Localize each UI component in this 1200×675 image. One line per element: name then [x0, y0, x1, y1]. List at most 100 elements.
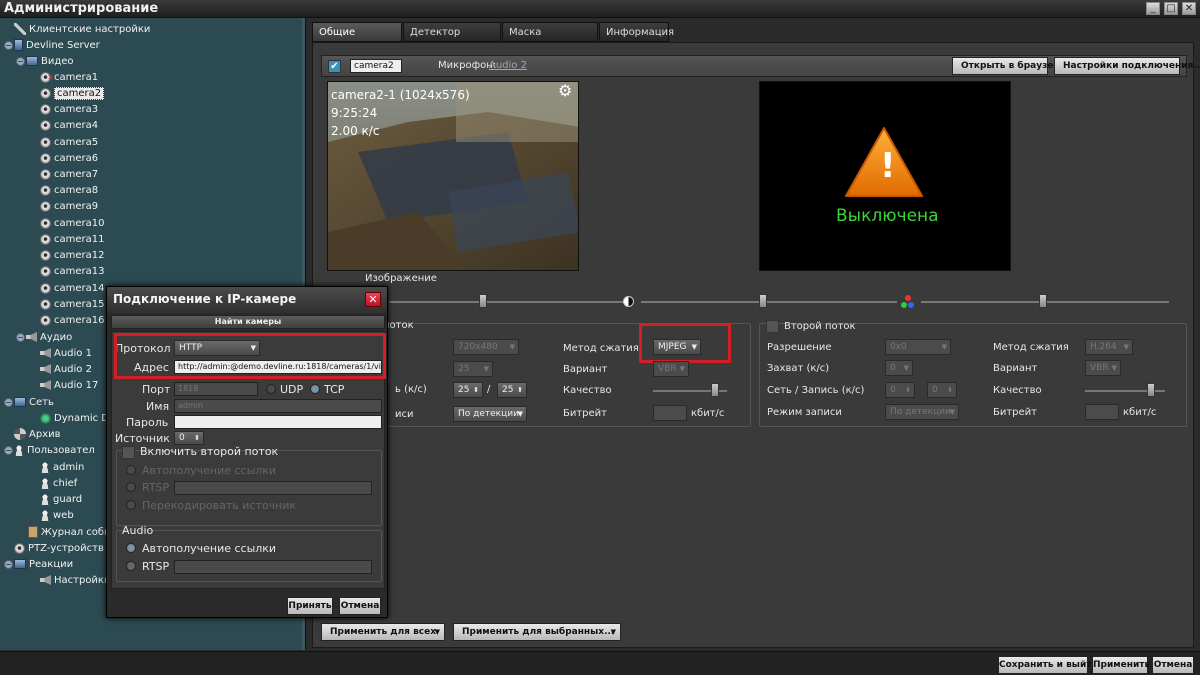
- connection-settings-button[interactable]: Настройки подключения...: [1054, 57, 1200, 75]
- resolution-combo[interactable]: 720x480 ▼: [453, 339, 519, 355]
- collapse-icon[interactable]: −: [4, 398, 13, 407]
- rtsp-radio[interactable]: [126, 482, 136, 492]
- accept-button[interactable]: Принять: [287, 597, 333, 615]
- transcode-radio[interactable]: [126, 500, 136, 510]
- s2-capture-combo[interactable]: 0 ▼: [885, 360, 913, 376]
- second-stream-checkbox[interactable]: [766, 320, 779, 333]
- tree-item-camera1[interactable]: camera1: [40, 70, 98, 86]
- capture-combo[interactable]: 25 ▼: [453, 361, 493, 377]
- camera-name-input[interactable]: camera2: [350, 59, 402, 73]
- cancel-button[interactable]: Отмена: [1152, 656, 1194, 674]
- s2-resolution-combo[interactable]: 0x0 ▼: [885, 339, 951, 355]
- tree-item-dynamic-dns[interactable]: Dynamic DN: [40, 411, 116, 427]
- tree-item-camera12[interactable]: camera12: [40, 248, 104, 264]
- collapse-icon[interactable]: −: [4, 41, 13, 50]
- camera-preview[interactable]: camera2-1 (1024x576) 9:25:24 2.00 к/с ⚙: [327, 81, 579, 271]
- tree-item-camera8[interactable]: camera8: [40, 183, 98, 199]
- tree-item-guard[interactable]: guard: [40, 492, 82, 508]
- camera-enabled-checkbox[interactable]: ✔: [328, 60, 341, 73]
- tab-privacy-mask[interactable]: Маска приватности: [502, 22, 598, 58]
- tree-item-video[interactable]: Видео: [26, 54, 74, 70]
- bitrate-input[interactable]: [653, 405, 687, 421]
- tree-item-ptz[interactable]: PTZ-устройств: [14, 541, 104, 557]
- tab-motion-detector[interactable]: Детектор движения: [403, 22, 501, 58]
- tab-info[interactable]: Информация: [599, 22, 674, 42]
- username-input[interactable]: admin: [174, 399, 382, 413]
- tree-item-camera11[interactable]: camera11: [40, 232, 104, 248]
- close-window-button[interactable]: ✕: [1182, 2, 1196, 15]
- apply-selected-button[interactable]: Применить для выбранных... ▼: [453, 623, 621, 641]
- s2-rec-spinner[interactable]: 0 ⬍: [927, 382, 957, 398]
- collapse-icon[interactable]: −: [16, 57, 25, 66]
- tree-item-camera5[interactable]: camera5: [40, 135, 98, 151]
- tree-item-archive[interactable]: Архив: [14, 427, 61, 443]
- minimize-button[interactable]: _: [1146, 2, 1160, 15]
- s2-net-spinner[interactable]: 0 ⬍: [885, 382, 915, 398]
- tree-item-web[interactable]: web: [40, 508, 74, 524]
- tree-item-camera9[interactable]: camera9: [40, 199, 98, 215]
- saturation-slider-knob[interactable]: [1039, 294, 1047, 308]
- brightness-slider-knob[interactable]: [479, 294, 487, 308]
- variant-combo[interactable]: VBR ▼: [653, 361, 689, 377]
- source-spinner[interactable]: 0 ⬍: [174, 431, 204, 445]
- auto-link-radio[interactable]: [126, 465, 136, 475]
- apply-all-button[interactable]: Применить для всех ▼: [321, 623, 445, 641]
- tree-item-admin[interactable]: admin: [40, 460, 84, 476]
- find-cameras-button[interactable]: Найти камеры: [111, 315, 385, 329]
- collapse-icon[interactable]: −: [16, 333, 25, 342]
- tree-item-camera16[interactable]: camera16: [40, 313, 104, 329]
- rec-fps-spinner[interactable]: 25 ⬍: [497, 382, 527, 398]
- open-in-browser-button[interactable]: Открыть в браузере: [952, 57, 1066, 75]
- collapse-icon[interactable]: −: [4, 560, 13, 569]
- tab-general[interactable]: Общие настройки: [312, 22, 402, 58]
- quality-slider-knob[interactable]: [711, 383, 719, 397]
- tree-item-camera3[interactable]: camera3: [40, 102, 98, 118]
- close-icon[interactable]: ✕: [365, 292, 381, 307]
- tree-item-event-log[interactable]: Журнал событ: [28, 525, 118, 541]
- udp-radio[interactable]: [266, 384, 276, 394]
- audio-rtsp-input[interactable]: [174, 560, 372, 574]
- dialog-cancel-button[interactable]: Отмена: [339, 597, 381, 615]
- s2-bitrate-input[interactable]: [1085, 404, 1119, 420]
- apply-button[interactable]: Применить: [1092, 656, 1150, 674]
- tree-item-settings[interactable]: Настройки: [40, 573, 110, 589]
- tree-item-camera13[interactable]: camera13: [40, 264, 104, 280]
- collapse-icon[interactable]: −: [4, 446, 13, 455]
- s2-compression-combo[interactable]: H.264 ▼: [1085, 339, 1133, 355]
- audio-auto-link-radio[interactable]: [126, 543, 136, 553]
- tree-item-reactions[interactable]: Реакции: [14, 557, 73, 573]
- rec-mode-combo[interactable]: По детекции ▼: [453, 406, 527, 422]
- save-and-exit-button[interactable]: Сохранить и выйти: [998, 656, 1098, 674]
- rtsp-input[interactable]: [174, 481, 372, 495]
- port-input[interactable]: 1818: [174, 382, 258, 396]
- tree-item-audio17[interactable]: Audio 17: [40, 378, 98, 394]
- tree-item-audio[interactable]: Аудио: [26, 330, 72, 346]
- brightness-slider[interactable]: [389, 301, 631, 303]
- s2-quality-slider-knob[interactable]: [1147, 383, 1155, 397]
- s2-recmode-combo[interactable]: По детекции ▼: [885, 404, 959, 420]
- tree-item-audio1[interactable]: Audio 1: [40, 346, 92, 362]
- contrast-slider-knob[interactable]: [759, 294, 767, 308]
- tree-item-camera2[interactable]: camera2: [40, 86, 105, 102]
- tree-item-users[interactable]: Пользовател: [14, 443, 95, 459]
- tree-item-camera15[interactable]: camera15: [40, 297, 104, 313]
- tree-item-camera7[interactable]: camera7: [40, 167, 98, 183]
- tcp-radio[interactable]: [310, 384, 320, 394]
- tree-item-server[interactable]: Devline Server: [14, 38, 100, 54]
- tree-item-chief[interactable]: chief: [40, 476, 77, 492]
- gear-icon[interactable]: ⚙: [558, 82, 572, 100]
- tree-item-camera14[interactable]: camera14: [40, 281, 104, 297]
- tree-item-camera4[interactable]: camera4: [40, 118, 98, 134]
- tree-item-camera10[interactable]: camera10: [40, 216, 104, 232]
- tree-item-audio2[interactable]: Audio 2: [40, 362, 92, 378]
- maximize-button[interactable]: □: [1164, 2, 1178, 15]
- audio-rtsp-radio[interactable]: [126, 561, 136, 571]
- s2-variant-combo[interactable]: VBR ▼: [1085, 360, 1121, 376]
- net-fps-spinner[interactable]: 25 ⬍: [453, 382, 483, 398]
- tree-item-client-settings[interactable]: Клиентские настройки: [14, 22, 150, 38]
- mic-link[interactable]: Audio 2: [489, 60, 527, 71]
- contrast-slider[interactable]: [641, 301, 897, 303]
- password-input[interactable]: [174, 415, 382, 429]
- tree-item-network[interactable]: Сеть: [14, 395, 54, 411]
- tree-item-camera6[interactable]: camera6: [40, 151, 98, 167]
